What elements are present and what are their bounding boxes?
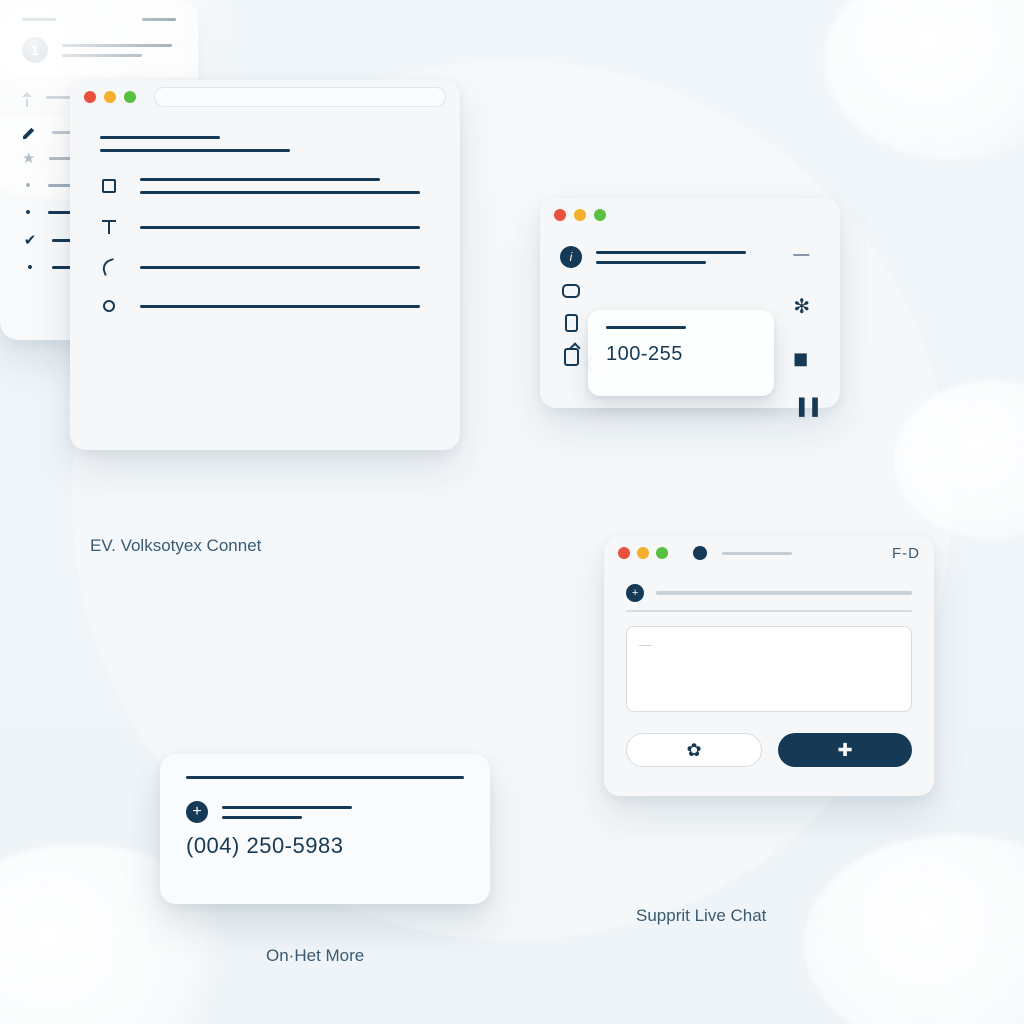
cloud-decor [824,0,1024,160]
list-item[interactable] [560,284,820,298]
step-badge: 1 [22,37,48,63]
info-icon: i [560,246,582,268]
dot-icon: • [22,259,38,276]
dot-icon: • [22,177,34,194]
list-item[interactable] [100,300,430,312]
close-icon[interactable] [84,91,96,103]
bird-icon: ✔ [22,231,38,249]
caption-left: EV. Volksotyex Connet [90,536,261,556]
browser-window-popover: i — ✻ ▮▮ ▐▐ 100-255 [540,198,840,408]
window-titlebar [540,198,840,232]
minimize-icon[interactable] [574,209,586,221]
maximize-icon[interactable] [124,91,136,103]
contact-card: + (004) 250-5983 [160,754,490,904]
close-icon[interactable] [554,209,566,221]
maximize-icon[interactable] [656,547,668,559]
mobile-header-row: 1 [0,37,198,77]
card-row: + [186,801,464,823]
window-titlebar [70,80,460,114]
page-heading-placeholder [100,136,430,152]
window-action-column: — ✻ ▮▮ ▐▐ [793,246,820,417]
maximize-icon[interactable] [594,209,606,221]
up-arrow-icon [22,87,32,107]
compose-textarea[interactable] [626,626,912,712]
list-item[interactable] [100,260,430,274]
favicon-icon [693,546,707,560]
settings-button[interactable]: ✿ [626,733,762,767]
gear-icon: ✿ [686,740,701,761]
edit-icon [22,125,38,139]
browser-window-main [70,80,460,450]
pause-icon[interactable]: ▐▐ [793,399,820,417]
popover-value: 100-255 [606,343,756,366]
square-icon [100,179,118,193]
plus-circle-icon[interactable]: + [626,584,644,602]
plus-icon: ✚ [837,740,852,761]
add-icon[interactable]: + [186,801,208,823]
window-right-label: F-D [892,545,920,562]
star-icon: ★ [22,149,35,167]
submit-button[interactable]: ✚ [778,733,912,767]
minimize-icon[interactable] [104,91,116,103]
divider [626,610,912,612]
compose-subject-row: + [626,584,912,602]
bars-icon[interactable]: ▮▮ [793,349,820,369]
window-titlebar: F-D [604,536,934,570]
caption-right: Supprit Live Chat [636,906,766,926]
mobile-statusbar [0,18,198,37]
minus-icon[interactable]: — [793,246,820,264]
compose-window: F-D + ✿ ✚ [604,536,934,796]
list-item[interactable]: i [560,246,820,268]
refresh-icon [100,260,118,274]
list-item[interactable] [100,220,430,234]
circle-icon [100,300,118,312]
dot-icon: • [22,204,34,221]
address-bar[interactable] [154,87,446,107]
list-item[interactable] [100,178,430,194]
cloud-decor [894,380,1024,540]
tooltip-popover: 100-255 [588,310,774,396]
cloud-decor [804,834,1024,1024]
device-icon [560,314,582,332]
close-icon[interactable] [618,547,630,559]
card-heading-placeholder [186,776,464,779]
export-icon [560,348,582,366]
asterisk-icon[interactable]: ✻ [793,294,820,319]
minimize-icon[interactable] [637,547,649,559]
chip-icon [560,284,582,298]
text-icon [100,220,118,234]
contact-phone-number[interactable]: (004) 250-5983 [186,833,464,859]
caption-bottom: On·Het More [266,946,364,966]
tab-title-placeholder [722,552,792,555]
